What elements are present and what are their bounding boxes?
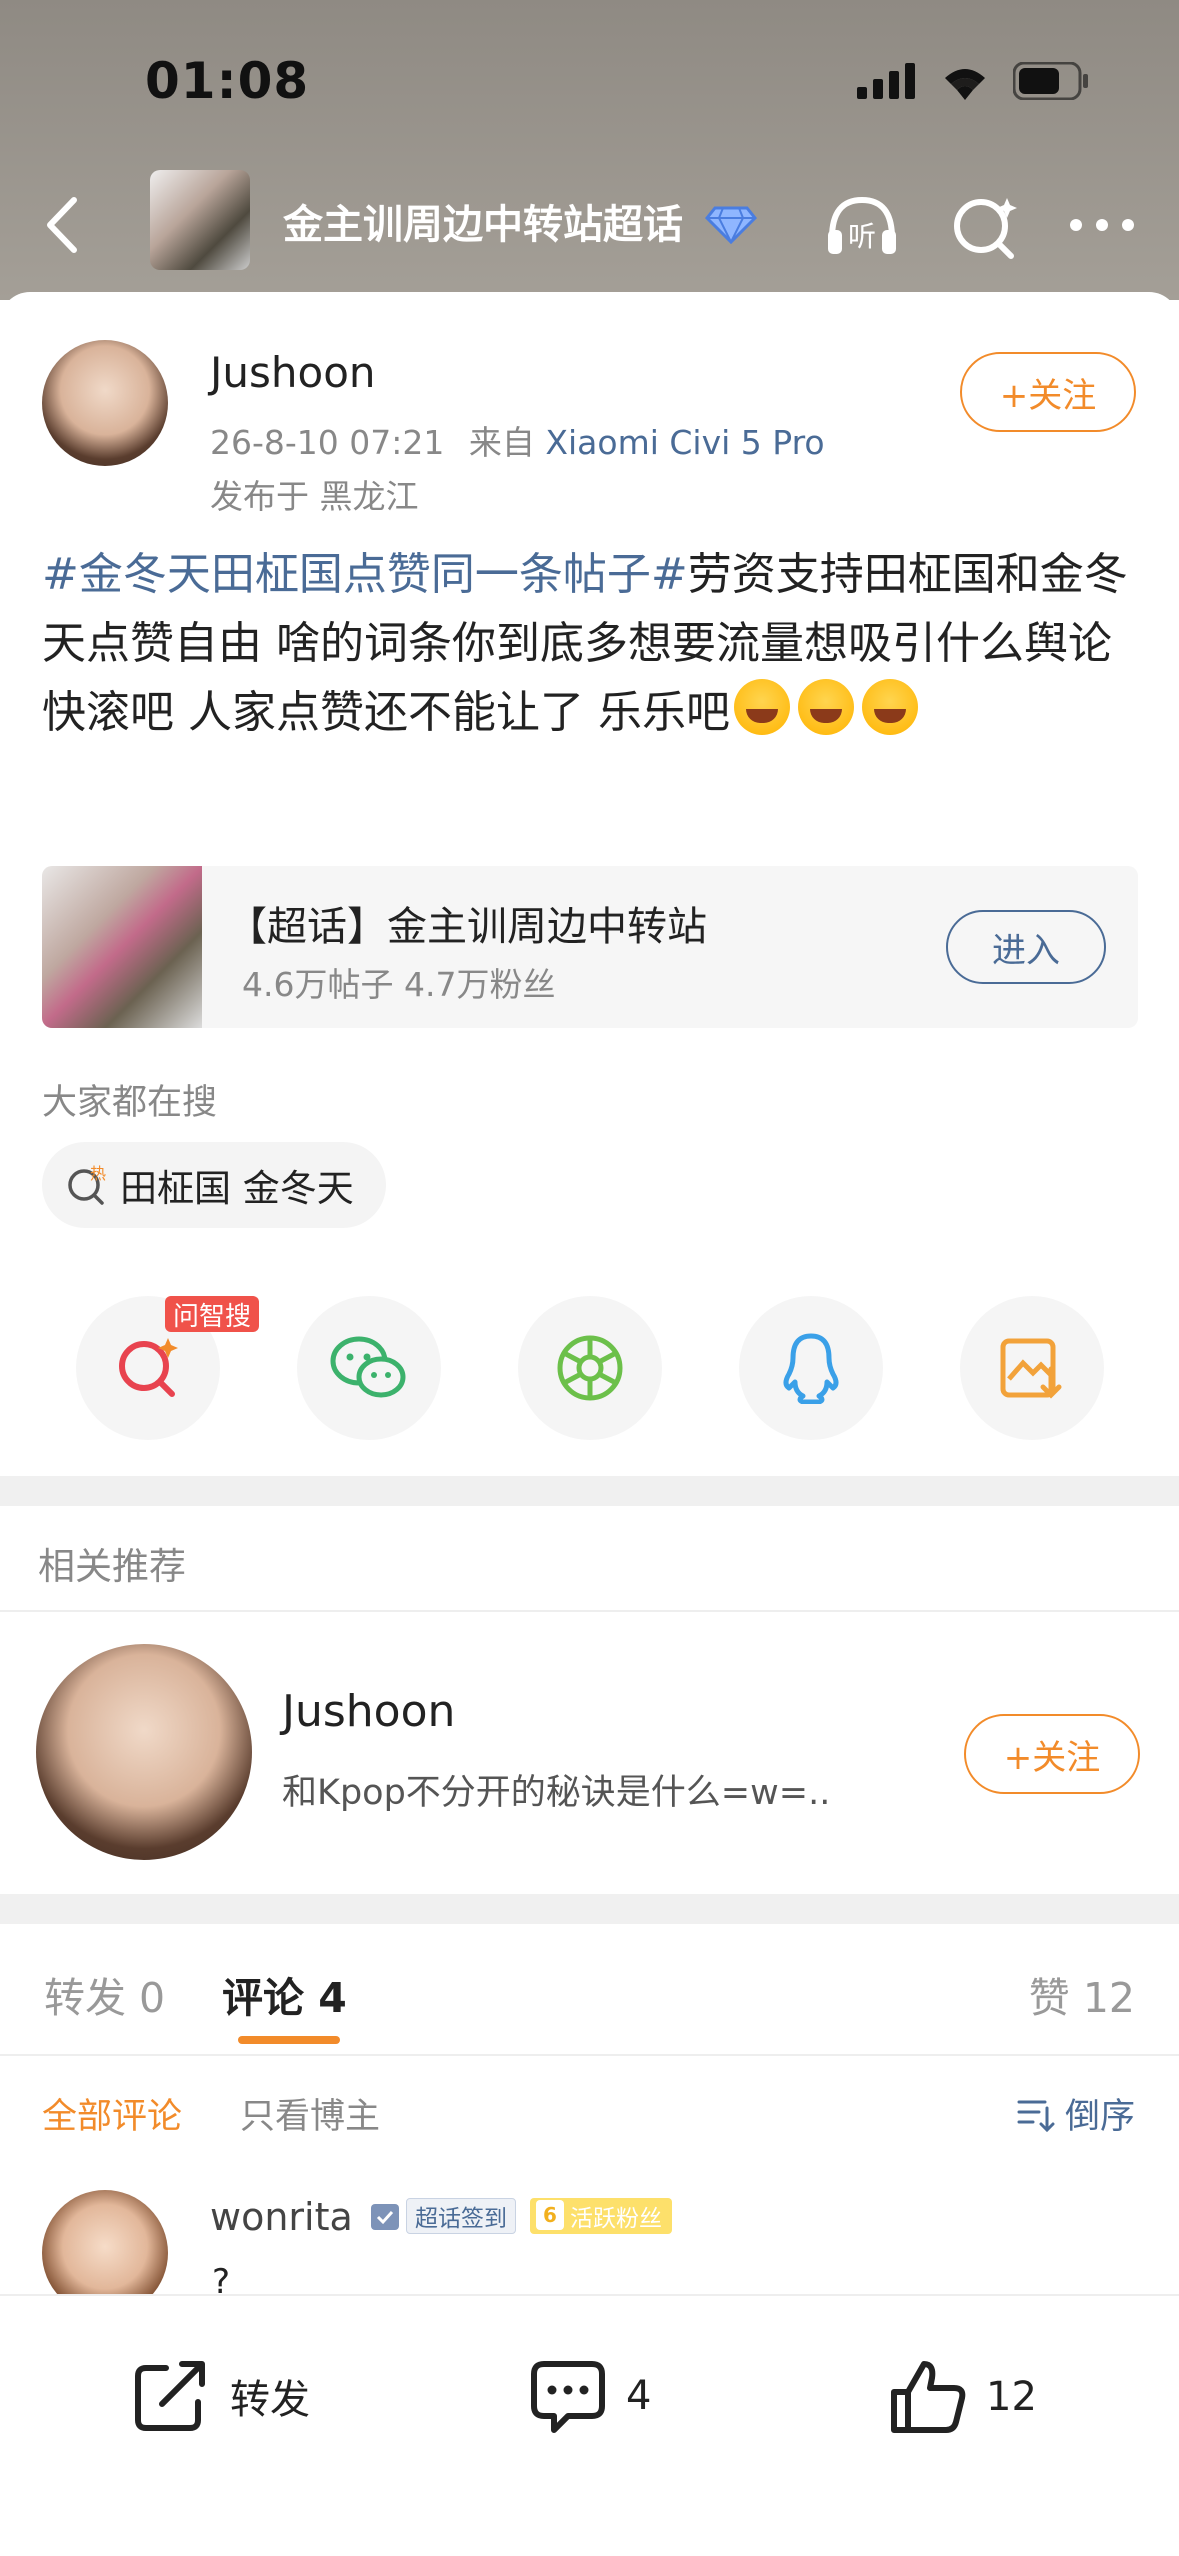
checkin-badge: 超话签到 bbox=[368, 2196, 516, 2236]
supertopic-card-thumbnail bbox=[42, 866, 202, 1028]
more-icon[interactable] bbox=[1062, 190, 1142, 260]
repost-button[interactable]: 转发 bbox=[132, 2358, 310, 2434]
repost-icon bbox=[135, 2361, 205, 2431]
share-save-image[interactable] bbox=[960, 1296, 1104, 1440]
divider bbox=[0, 1610, 1179, 1612]
moments-icon bbox=[557, 1335, 623, 1401]
signal-icon bbox=[857, 63, 915, 99]
active-tab-indicator bbox=[238, 2036, 340, 2044]
battery-icon bbox=[1013, 62, 1088, 100]
search-ai-icon bbox=[119, 1338, 178, 1397]
recommend-name[interactable]: Jushoon bbox=[282, 1686, 455, 1737]
sort-toggle[interactable]: 倒序 bbox=[1015, 2088, 1135, 2139]
search-chip-label: 田柾国 金冬天 bbox=[120, 1167, 354, 1210]
laugh-emoji-icon bbox=[861, 679, 918, 735]
sort-icon bbox=[1017, 2100, 1055, 2132]
active-fan-badge: 活跃粉丝 bbox=[530, 2198, 672, 2234]
post-text: #金冬天田柾国点赞同一条帖子#劳资支持田柾国和金冬天点赞自由 啥的词条你到底多想… bbox=[42, 540, 1142, 747]
author-name[interactable]: Jushoon bbox=[210, 348, 376, 397]
calendar-check-icon bbox=[371, 2204, 399, 2230]
bottom-action-bar: 转发 4 12 bbox=[0, 2294, 1179, 2556]
wifi-icon bbox=[945, 69, 985, 100]
tab-comment[interactable]: 评论 4 bbox=[222, 1964, 347, 2024]
hot-search-icon: 热 bbox=[68, 1164, 106, 1205]
ai-search-badge: 问智搜 bbox=[165, 1296, 260, 1332]
author-avatar[interactable] bbox=[42, 340, 168, 466]
post-device[interactable]: Xiaomi Civi 5 Pro bbox=[545, 423, 824, 462]
share-wechat[interactable] bbox=[297, 1296, 441, 1440]
page-title[interactable]: 金主训周边中转站超话 bbox=[283, 192, 757, 250]
laugh-emoji-icon bbox=[733, 679, 790, 735]
enter-label: 进入 bbox=[992, 930, 1060, 971]
recommend-follow-button[interactable]: +关注 bbox=[964, 1714, 1140, 1794]
recommend-avatar[interactable] bbox=[36, 1644, 252, 1860]
share-moments[interactable] bbox=[518, 1296, 662, 1440]
recommend-heading: 相关推荐 bbox=[38, 1545, 186, 1588]
recommend-follow-label: +关注 bbox=[1003, 1737, 1101, 1778]
supertopic-title: 【超话】金主训周边中转站 bbox=[227, 904, 707, 950]
svg-text:听: 听 bbox=[848, 220, 876, 253]
post-datetime: 26-8-10 07:21 bbox=[210, 423, 445, 462]
listen-icon[interactable]: 听 bbox=[822, 190, 902, 260]
hot-label: 热 bbox=[90, 1164, 106, 1183]
search-icon[interactable] bbox=[945, 190, 1025, 260]
laugh-emoji-icon bbox=[797, 679, 854, 735]
supertopic-stats: 4.6万帖子 4.7万粉丝 bbox=[242, 965, 556, 1004]
nav-bar: 金主训周边中转站超话 听 bbox=[0, 170, 1179, 280]
post-meta: 26-8-10 07:21 来自 Xiaomi Civi 5 Pro bbox=[210, 416, 825, 464]
search-heading: 大家都在搜 bbox=[42, 1083, 218, 1123]
comment-icon bbox=[531, 2361, 605, 2433]
comment-count: 4 bbox=[626, 2373, 652, 2419]
diamond-badge-icon bbox=[704, 206, 757, 245]
qq-icon bbox=[783, 1333, 839, 1404]
recommend-desc: 和Kpop不分开的秘诀是什么=w=.. bbox=[282, 1773, 831, 1813]
checkin-badge-label: 超话签到 bbox=[406, 2198, 516, 2234]
save-image-icon bbox=[1000, 1338, 1062, 1399]
follow-button[interactable]: +关注 bbox=[960, 352, 1136, 432]
filter-all-comments[interactable]: 全部评论 bbox=[42, 2088, 182, 2139]
supertopic-thumbnail[interactable] bbox=[150, 170, 250, 270]
filter-author-only[interactable]: 只看博主 bbox=[240, 2088, 380, 2139]
like-count: 12 bbox=[986, 2374, 1037, 2420]
tab-repost[interactable]: 转发 0 bbox=[44, 1964, 165, 2024]
header-background: 01:08 金主训周边中转站超话 听 bbox=[0, 0, 1179, 300]
post-location: 发布于 黑龙江 bbox=[210, 477, 419, 516]
supertopic-card[interactable]: 【超话】金主训周边中转站 4.6万帖子 4.7万粉丝 进入 bbox=[42, 866, 1138, 1028]
back-icon[interactable] bbox=[30, 190, 100, 260]
repost-label: 转发 bbox=[230, 2377, 310, 2423]
wechat-icon bbox=[330, 1336, 406, 1398]
follow-label: +关注 bbox=[999, 375, 1097, 416]
commenter-name[interactable]: wonrita bbox=[210, 2195, 353, 2239]
section-divider bbox=[0, 1476, 1179, 1506]
like-icon bbox=[891, 2361, 966, 2433]
like-button[interactable]: 12 bbox=[888, 2358, 1037, 2436]
comment-button[interactable]: 4 bbox=[528, 2358, 651, 2434]
enter-button[interactable]: 进入 bbox=[946, 910, 1106, 984]
post-hashtag[interactable]: #金冬天田柾国点赞同一条帖子# bbox=[42, 549, 688, 600]
search-chip[interactable]: 热 田柾国 金冬天 bbox=[42, 1142, 386, 1228]
share-qq[interactable] bbox=[739, 1296, 883, 1440]
status-time: 01:08 bbox=[145, 52, 310, 110]
divider bbox=[0, 2054, 1179, 2056]
sort-label: 倒序 bbox=[1064, 2097, 1135, 2137]
status-icons bbox=[857, 62, 1089, 100]
tab-like[interactable]: 赞 12 bbox=[1029, 1964, 1135, 2024]
section-divider bbox=[0, 1894, 1179, 1924]
from-prefix: 来自 bbox=[468, 423, 535, 462]
